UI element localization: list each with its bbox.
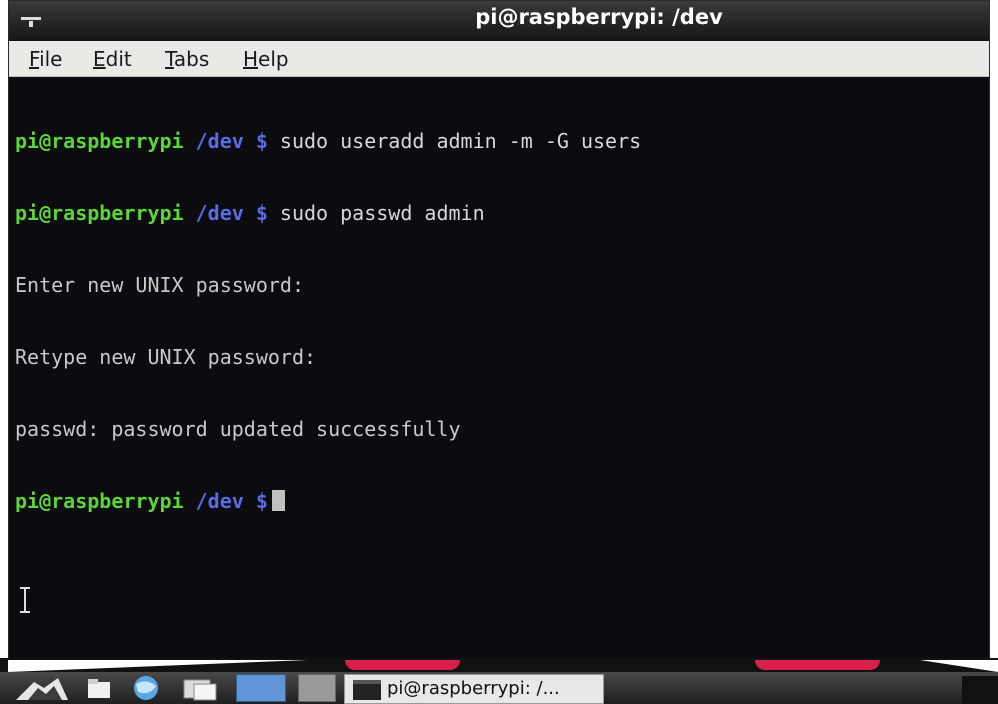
desktop-wallpaper-shape — [345, 660, 460, 670]
show-desktop-icon[interactable] — [180, 674, 220, 702]
command-text: sudo passwd admin — [267, 201, 485, 225]
menu-edit[interactable]: Edit — [93, 47, 132, 71]
web-browser-icon[interactable] — [128, 674, 164, 702]
prompt-user: pi@raspberrypi — [15, 201, 184, 225]
menu-tabs[interactable]: Tabs — [165, 47, 209, 71]
terminal-window: pi@raspberrypi: /dev File Edit Tabs Help… — [8, 0, 990, 664]
terminal-line: pi@raspberrypi /dev $ sudo useradd admin… — [15, 129, 989, 153]
terminal-line: pi@raspberrypi /dev $ sudo passwd admin — [15, 201, 989, 225]
menu-file-mnemonic: F — [29, 47, 40, 71]
terminal-line: pi@raspberrypi /dev $ — [15, 489, 989, 513]
prompt-path: /dev $ — [195, 201, 268, 225]
menu-file-label: ile — [39, 47, 63, 71]
menu-help-mnemonic: H — [243, 47, 259, 71]
menu-edit-label: dit — [105, 47, 132, 71]
lxde-start-icon[interactable] — [14, 674, 70, 702]
menu-help[interactable]: Help — [243, 47, 289, 71]
taskbar: pi@raspberrypi: /... — [0, 672, 998, 704]
terminal-icon — [353, 680, 381, 700]
prompt-user: pi@raspberrypi — [15, 129, 184, 153]
window-title: pi@raspberrypi: /dev — [475, 5, 723, 29]
taskbar-task-terminal[interactable]: pi@raspberrypi: /... — [344, 674, 604, 704]
menu-tabs-label: abs — [173, 47, 210, 71]
prompt-path: /dev $ — [195, 489, 268, 513]
terminal-line: passwd: password updated successfully — [15, 417, 461, 441]
prompt-path: /dev $ — [195, 129, 268, 153]
ibeam-cursor-icon — [20, 587, 30, 613]
prompt-user: pi@raspberrypi — [15, 489, 184, 513]
workspace-2[interactable] — [298, 674, 336, 702]
menu-tabs-mnemonic: T — [165, 47, 174, 71]
workspace-1[interactable] — [236, 674, 286, 702]
terminal-line: Retype new UNIX password: — [15, 345, 317, 369]
menu-bar: File Edit Tabs Help — [9, 41, 989, 77]
menu-file[interactable]: File — [29, 47, 62, 71]
menu-edit-mnemonic: E — [93, 47, 106, 71]
file-manager-icon[interactable] — [86, 674, 114, 702]
terminal-output[interactable]: pi@raspberrypi /dev $ sudo useradd admin… — [9, 77, 989, 663]
menu-help-label: elp — [258, 47, 289, 71]
desktop-wallpaper-shape — [755, 660, 880, 670]
taskbar-task-label: pi@raspberrypi: /... — [387, 678, 560, 699]
text-cursor — [271, 490, 285, 511]
command-text: sudo useradd admin -m -G users — [267, 129, 642, 153]
title-bar[interactable]: pi@raspberrypi: /dev — [9, 1, 989, 41]
terminal-line: Enter new UNIX password: — [15, 273, 304, 297]
taskbar-tray — [962, 676, 998, 704]
